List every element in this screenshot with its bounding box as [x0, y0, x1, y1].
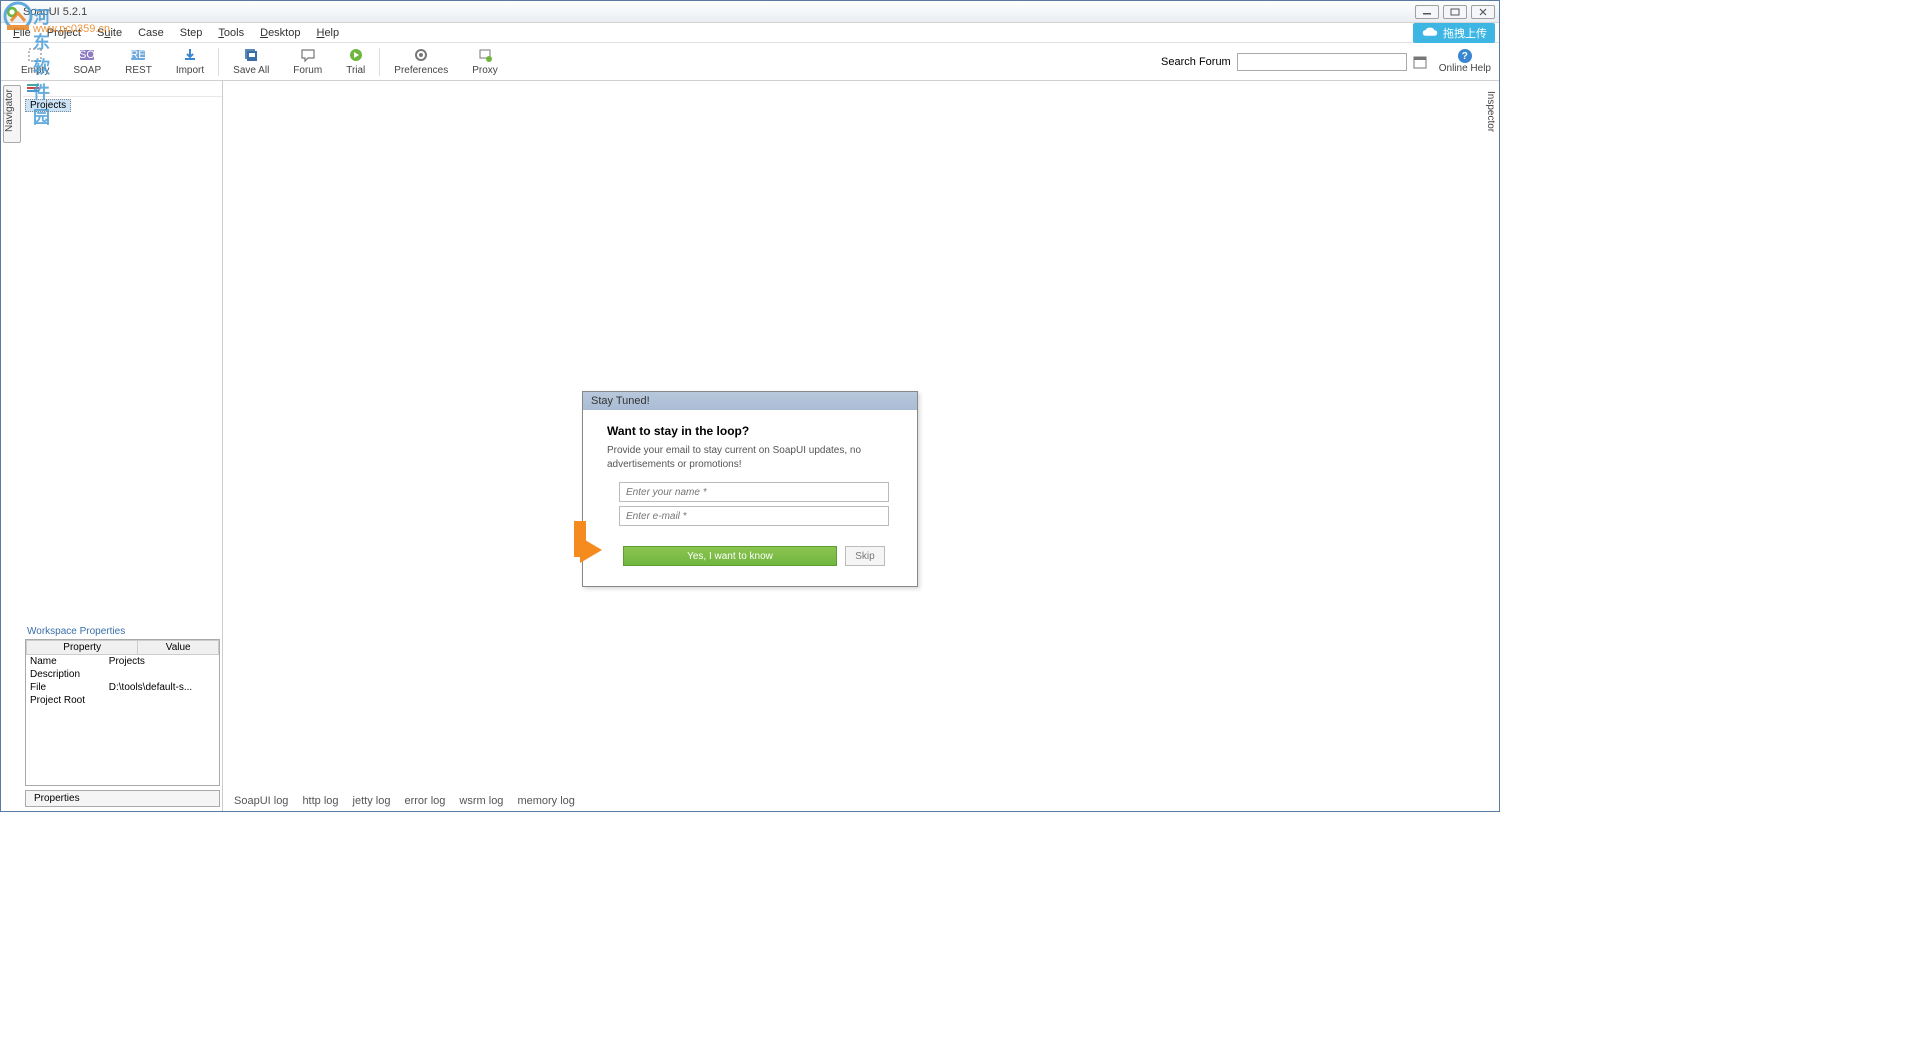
dialog-description: Provide your email to stay current on So… [607, 444, 893, 472]
import-button[interactable]: Import [164, 43, 216, 80]
log-wsrm[interactable]: wsrm log [459, 795, 503, 807]
prop-row: Project Root [26, 694, 219, 707]
dialog-buttons: Yes, I want to know Skip [607, 546, 893, 566]
soap-icon: SO [79, 47, 95, 63]
trial-button[interactable]: Trial [334, 43, 377, 80]
arrow-annotation [574, 521, 624, 561]
prop-row: FileD:\tools\default-s... [26, 681, 219, 694]
tree-root-projects[interactable]: Projects [25, 99, 71, 112]
search-forum-area: Search Forum [1161, 53, 1427, 71]
prop-row: NameProjects [26, 655, 219, 668]
log-bar: SoapUI log http log jetty log error log … [226, 791, 1481, 811]
menu-help[interactable]: Help [308, 25, 347, 41]
cloud-upload-button[interactable]: 拖拽上传 [1413, 23, 1495, 43]
menubar: File Project Suite Case Step Tools Deskt… [1, 23, 1499, 43]
project-tree[interactable]: Projects [23, 97, 222, 624]
inspector-tab[interactable]: Inspector [1481, 85, 1497, 138]
tree-toolbar [23, 81, 222, 97]
online-help-button[interactable]: ? Online Help [1439, 49, 1491, 74]
app-icon [5, 5, 19, 19]
close-button[interactable] [1471, 5, 1495, 19]
workspace-properties-table: Property Value NameProjects Description … [25, 639, 220, 786]
name-input[interactable] [619, 482, 889, 502]
menu-suite[interactable]: Suite [89, 25, 130, 41]
empty-icon [27, 47, 43, 63]
proxy-icon [477, 47, 493, 63]
skip-button[interactable]: Skip [845, 546, 885, 566]
properties-button[interactable]: Properties [25, 790, 220, 807]
empty-button[interactable]: Empty [9, 43, 61, 80]
menu-desktop[interactable]: Desktop [252, 25, 308, 41]
cloud-icon [1421, 26, 1439, 40]
search-label: Search Forum [1161, 56, 1231, 68]
log-error[interactable]: error log [404, 795, 445, 807]
log-memory[interactable]: memory log [517, 795, 574, 807]
tree-view-icon[interactable] [27, 83, 39, 93]
col-property: Property [27, 641, 138, 655]
log-http[interactable]: http log [302, 795, 338, 807]
preferences-button[interactable]: Preferences [382, 43, 460, 80]
svg-text:RE: RE [131, 49, 146, 61]
email-input[interactable] [619, 506, 889, 526]
minimize-button[interactable] [1415, 5, 1439, 19]
cloud-upload-label: 拖拽上传 [1443, 25, 1487, 41]
dialog-heading: Want to stay in the loop? [607, 424, 893, 438]
dialog-title[interactable]: Stay Tuned! [583, 392, 917, 410]
menu-project[interactable]: Project [39, 25, 89, 41]
search-input[interactable] [1237, 53, 1407, 71]
forum-icon [300, 47, 316, 63]
menu-case[interactable]: Case [130, 25, 172, 41]
dialog-body: Want to stay in the loop? Provide your e… [583, 410, 917, 586]
menu-step[interactable]: Step [172, 25, 211, 41]
window-title: SoapUI 5.2.1 [23, 6, 1415, 18]
main-content: Navigator Projects Workspace Properties … [1, 81, 1499, 811]
trial-icon [348, 47, 364, 63]
menu-file[interactable]: File [5, 25, 39, 41]
proxy-button[interactable]: Proxy [460, 43, 510, 80]
window-controls [1415, 5, 1495, 19]
rest-button[interactable]: RE REST [113, 43, 164, 80]
log-soapui[interactable]: SoapUI log [234, 795, 288, 807]
toolbar-separator [379, 48, 380, 76]
save-all-icon [243, 47, 259, 63]
search-options-icon[interactable] [1413, 55, 1427, 69]
svg-text:SO: SO [79, 49, 95, 61]
prop-row: Description [26, 668, 219, 681]
gear-icon [413, 47, 429, 63]
save-all-button[interactable]: Save All [221, 43, 281, 80]
import-icon [182, 47, 198, 63]
workspace-properties-header: Workspace Properties [23, 624, 222, 639]
stay-tuned-dialog: Stay Tuned! Want to stay in the loop? Pr… [582, 391, 918, 587]
menu-tools[interactable]: Tools [210, 25, 252, 41]
titlebar: SoapUI 5.2.1 [1, 1, 1499, 23]
soap-button[interactable]: SO SOAP [61, 43, 113, 80]
navigator-panel: Projects Workspace Properties Property V… [23, 81, 223, 811]
yes-button[interactable]: Yes, I want to know [623, 546, 837, 566]
toolbar-separator [218, 48, 219, 76]
toolbar: Empty SO SOAP RE REST Import Save All Fo… [1, 43, 1499, 81]
help-icon: ? [1458, 49, 1472, 63]
rest-icon: RE [130, 47, 146, 63]
navigator-tab[interactable]: Navigator [3, 85, 21, 143]
col-value: Value [138, 641, 219, 655]
log-jetty[interactable]: jetty log [353, 795, 391, 807]
forum-button[interactable]: Forum [281, 43, 334, 80]
maximize-button[interactable] [1443, 5, 1467, 19]
